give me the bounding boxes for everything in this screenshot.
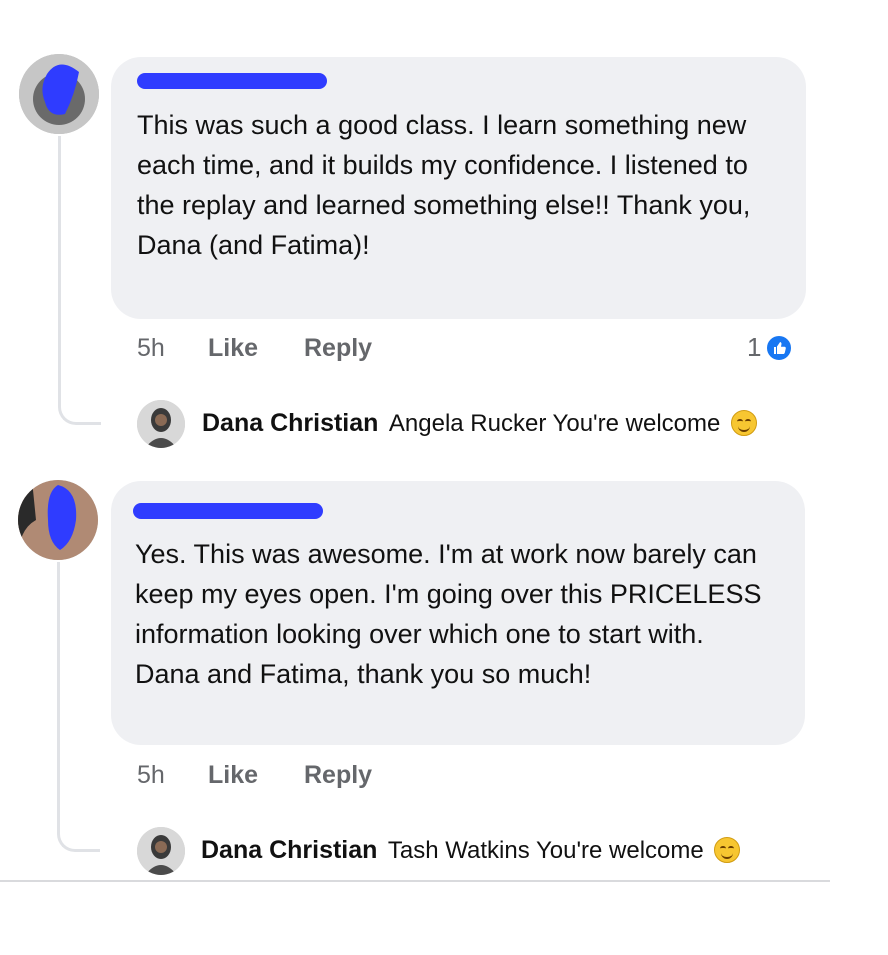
comment1-reply-button[interactable]: Reply: [304, 334, 372, 363]
comment1-author-redacted: [137, 73, 327, 89]
comment2-like-button[interactable]: Like: [208, 761, 258, 790]
comment1-text: This was such a good class. I learn some…: [137, 110, 751, 260]
comment2-text: Yes. This was awesome. I'm at work now b…: [135, 539, 762, 689]
reply2-content: Dana Christian Tash Watkins You're welco…: [201, 836, 741, 865]
comment2-timestamp[interactable]: 5h: [137, 761, 165, 790]
comment1-avatar-image: [19, 54, 99, 134]
reply2-avatar[interactable]: [137, 827, 185, 875]
reply1-text: Angela Rucker You're welcome: [388, 410, 721, 437]
reply1-avatar[interactable]: [137, 400, 185, 448]
comment1-bubble: This was such a good class. I learn some…: [111, 57, 806, 319]
comment1-reactions[interactable]: 1: [747, 332, 794, 363]
comment1-avatar[interactable]: [19, 54, 99, 134]
reply1-avatar-image: [137, 400, 185, 448]
comment2-bubble: Yes. This was awesome. I'm at work now b…: [111, 481, 805, 745]
comment2-avatar[interactable]: [18, 480, 98, 560]
smiling-face-emoji-icon: [714, 837, 741, 863]
comment1-timestamp[interactable]: 5h: [137, 334, 165, 363]
reply2-avatar-image: [137, 827, 185, 875]
bottom-divider: [0, 880, 830, 882]
smiling-face-emoji-icon: [730, 410, 757, 436]
reply2-text: Tash Watkins You're welcome: [387, 837, 704, 864]
reply2-author[interactable]: Dana Christian: [201, 836, 377, 864]
comment1-like-button[interactable]: Like: [208, 334, 258, 363]
reply1-author[interactable]: Dana Christian: [202, 409, 378, 437]
comment1-reaction-count: 1: [747, 332, 762, 362]
reply1-content: Dana Christian Angela Rucker You're welc…: [202, 409, 757, 438]
comment2-avatar-image: [18, 480, 98, 560]
comment2-thread-line: [57, 562, 100, 852]
comment2-author-redacted: [133, 503, 323, 519]
comment2-reply-button[interactable]: Reply: [304, 761, 372, 790]
like-reaction-icon: [765, 333, 794, 362]
comment1-thread-line: [58, 136, 101, 425]
